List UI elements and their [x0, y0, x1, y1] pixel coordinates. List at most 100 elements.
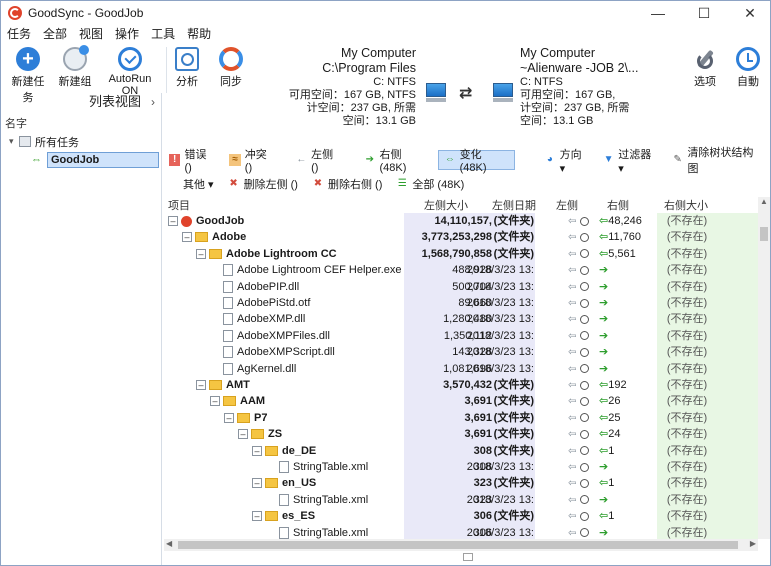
copy-left-icon[interactable]: ⇦	[568, 528, 576, 539]
item-cell[interactable]: StringTable.xml	[164, 459, 404, 476]
filter-errors[interactable]: ! 错误 ()	[164, 149, 220, 174]
close-button[interactable]: ✕	[730, 1, 770, 25]
right-side-info[interactable]: My Computer ~Alienware -JOB 2\... C: NTF…	[520, 46, 638, 128]
filter-all[interactable]: ☰ 全部 (48K)	[391, 174, 469, 194]
swap-sides-icon[interactable]: ⇄	[459, 83, 472, 103]
copy-right-icon[interactable]: ⇦	[599, 379, 608, 391]
copy-left-icon[interactable]: ⇦	[568, 265, 576, 276]
copy-right-icon[interactable]: ➔	[599, 330, 608, 342]
copy-left-icon[interactable]: ⇦	[568, 232, 576, 243]
item-cell[interactable]: – Adobe Lightroom CC	[164, 246, 404, 263]
collapse-toggle-icon[interactable]: –	[182, 232, 192, 243]
item-cell[interactable]: AdobeXMPScript.dll	[164, 344, 404, 361]
auto-button[interactable]: 自動	[734, 47, 762, 89]
scroll-right-icon[interactable]: ▶	[750, 539, 756, 548]
collapse-toggle-icon[interactable]: –	[252, 478, 262, 489]
col-item[interactable]: 项目	[168, 197, 190, 213]
copy-left-icon[interactable]: ⇦	[568, 314, 576, 325]
tree-job-label[interactable]: GoodJob	[47, 151, 159, 168]
right-action-cell[interactable]: ⇦192	[599, 377, 657, 394]
filter-delete-left[interactable]: ✖ 删除左侧 ()	[223, 174, 303, 194]
skip-icon[interactable]	[580, 265, 590, 275]
copy-right-icon[interactable]: ⇦	[599, 477, 608, 489]
skip-icon[interactable]	[580, 511, 590, 521]
copy-left-icon[interactable]: ⇦	[568, 429, 576, 440]
skip-icon[interactable]	[580, 446, 590, 456]
copy-right-icon[interactable]: ➔	[599, 461, 608, 473]
item-cell[interactable]: – GoodJob	[164, 213, 404, 230]
table-row[interactable]: – en_US 323 (文件夹) ⇦ ⇦1 (不存在)	[164, 475, 758, 492]
table-row[interactable]: – es_ES 306 (文件夹) ⇦ ⇦1 (不存在)	[164, 508, 758, 525]
right-action-cell[interactable]: ⇦5,561	[599, 246, 657, 263]
copy-left-icon[interactable]: ⇦	[568, 347, 576, 358]
table-row[interactable]: – GoodJob 14,110,157, (文件夹) ⇦ ⇦48,246 (不存在)	[164, 213, 758, 230]
copy-left-icon[interactable]: ⇦	[568, 298, 576, 309]
horizontal-scrollbar[interactable]: ◀ ▶	[164, 539, 758, 551]
right-action-cell[interactable]: ⇦1	[599, 443, 657, 460]
copy-right-icon[interactable]: ⇦	[599, 412, 608, 424]
right-action-cell[interactable]: ➔	[599, 262, 657, 279]
collapse-toggle-icon[interactable]: –	[224, 412, 234, 423]
right-action-cell[interactable]: ➔	[599, 295, 657, 312]
copy-left-icon[interactable]: ⇦	[568, 495, 576, 506]
right-action-cell[interactable]: ➔	[599, 459, 657, 476]
scroll-up-icon[interactable]: ▲	[758, 197, 770, 209]
item-cell[interactable]: – AMT	[164, 377, 404, 394]
col-left-size[interactable]: 左侧大小	[424, 197, 468, 213]
copy-left-icon[interactable]: ⇦	[568, 364, 576, 375]
skip-icon[interactable]	[580, 462, 590, 472]
table-row[interactable]: – P7 3,691 (文件夹) ⇦ ⇦25 (不存在)	[164, 409, 758, 427]
col-right[interactable]: 右侧	[607, 197, 629, 213]
item-cell[interactable]: – Adobe	[164, 229, 404, 246]
menu-all[interactable]: 全部	[37, 25, 73, 43]
collapse-toggle-icon[interactable]: ▾	[9, 136, 19, 147]
skip-icon[interactable]	[580, 528, 590, 538]
scroll-left-icon[interactable]: ◀	[166, 539, 172, 548]
right-action-cell[interactable]: ➔	[599, 328, 657, 345]
copy-left-icon[interactable]: ⇦	[568, 282, 576, 293]
copy-right-icon[interactable]: ⇦	[599, 215, 608, 227]
copy-right-icon[interactable]: ➔	[599, 297, 608, 309]
right-action-cell[interactable]: ➔	[599, 311, 657, 328]
skip-icon[interactable]	[580, 429, 590, 439]
filter-dropdown[interactable]: ▼ 过滤器 ▾	[598, 149, 663, 175]
filter-conflicts[interactable]: ≈ 冲突 ()	[224, 149, 280, 174]
table-row[interactable]: – ZS 3,691 (文件夹) ⇦ ⇦24 (不存在)	[164, 426, 758, 443]
table-row[interactable]: AdobePiStd.otf 89,660 2018/3/23 13: ⇦ ➔ (不存在)	[164, 295, 758, 312]
table-row[interactable]: – Adobe 3,773,253,298 (文件夹) ⇦ ⇦11,760 (不存在)	[164, 229, 758, 246]
copy-right-icon[interactable]: ➔	[599, 264, 608, 276]
right-action-cell[interactable]: ⇦1	[599, 475, 657, 492]
copy-left-icon[interactable]: ⇦	[568, 396, 576, 407]
item-cell[interactable]: AdobePIP.dll	[164, 279, 404, 296]
item-cell[interactable]: Adobe Lightroom CEF Helper.exe	[164, 262, 404, 279]
table-row[interactable]: AdobeXMPScript.dll 143,328 2018/3/23 13: ⇦ ➔…	[164, 344, 758, 361]
skip-icon[interactable]	[580, 331, 590, 341]
skip-icon[interactable]	[580, 347, 590, 357]
clear-tree-button[interactable]: ✎ 清除树状结构图	[667, 147, 766, 175]
collapse-toggle-icon[interactable]: –	[252, 511, 262, 522]
right-action-cell[interactable]: ⇦1	[599, 508, 657, 525]
copy-left-icon[interactable]: ⇦	[568, 331, 576, 342]
horizontal-scroll-thumb[interactable]	[178, 541, 738, 549]
resize-grip-icon[interactable]	[463, 553, 473, 561]
copy-left-icon[interactable]: ⇦	[568, 462, 576, 473]
item-cell[interactable]: – de_DE	[164, 443, 404, 460]
right-action-cell[interactable]: ➔	[599, 492, 657, 509]
right-action-cell[interactable]: ➔	[599, 361, 657, 378]
collapse-toggle-icon[interactable]: –	[252, 445, 262, 456]
menu-action[interactable]: 操作	[109, 25, 145, 43]
copy-left-icon[interactable]: ⇦	[568, 249, 576, 260]
right-action-cell[interactable]: ⇦48,246	[599, 213, 657, 230]
copy-right-icon[interactable]: ⇦	[599, 395, 608, 407]
new-group-button[interactable]: 新建组	[57, 45, 93, 89]
item-cell[interactable]: – P7	[164, 410, 404, 427]
right-action-cell[interactable]: ➔	[599, 525, 657, 539]
collapse-toggle-icon[interactable]: –	[238, 429, 248, 440]
copy-left-icon[interactable]: ⇦	[568, 413, 576, 424]
options-button[interactable]: 选项	[691, 47, 719, 89]
filter-right[interactable]: ➔ 右侧 (48K)	[359, 149, 434, 174]
filter-changes[interactable]: ⇔ 变化 (48K)	[438, 149, 516, 174]
col-left[interactable]: 左侧	[556, 197, 578, 213]
table-row[interactable]: AdobeXMPFiles.dll 1,350,112 2018/3/23 13: ⇦…	[164, 327, 758, 345]
minimize-button[interactable]: —	[638, 1, 678, 25]
